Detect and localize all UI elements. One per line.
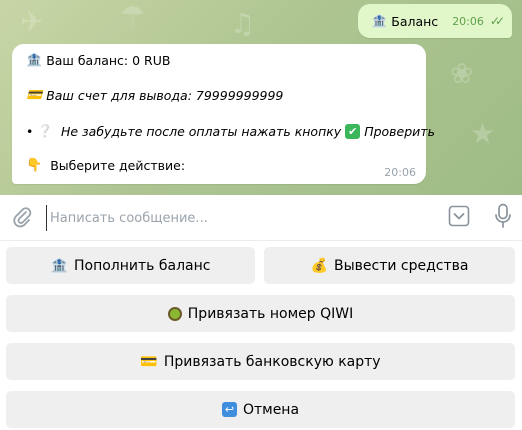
cancel-label: Отмена bbox=[242, 401, 300, 418]
cancel-button[interactable]: ↩ Отмена bbox=[6, 391, 515, 428]
credit-card-icon: 💳 bbox=[140, 353, 158, 370]
link-bank-card-button[interactable]: 💳 Привязать банковскую карту bbox=[6, 343, 515, 380]
chat-area: ✈ ☂ ♫ ❀ ★ 🏦 Баланс 20:06 ✓✓ 🏦 Ваш баланс… bbox=[0, 0, 522, 195]
read-checkmarks-icon: ✓✓ bbox=[489, 14, 505, 28]
message-time: 20:06 bbox=[452, 14, 484, 28]
account-line: 💳 Ваш счет для вывода: 79999999999 bbox=[26, 88, 283, 103]
action-line: 👇 Выберите действие: bbox=[26, 158, 185, 173]
bullet-icon: • bbox=[26, 123, 34, 139]
question-mark-icon: ❔ bbox=[37, 123, 53, 138]
account-text: Ваш счет для вывода: 79999999999 bbox=[46, 88, 284, 103]
background-doodle: ✈ bbox=[20, 5, 44, 38]
reminder-line: • ❔ Не забудьте после оплаты нажать кноп… bbox=[26, 123, 435, 139]
bank-icon: 🏦 bbox=[26, 53, 43, 68]
link-qiwi-label: Привязать номер QIWI bbox=[187, 305, 354, 322]
withdraw-funds-label: Вывести средства bbox=[333, 257, 469, 274]
outgoing-message-text: Баланс bbox=[391, 13, 439, 29]
background-doodle: ♫ bbox=[230, 7, 256, 40]
kiwi-icon bbox=[167, 306, 182, 321]
incoming-message[interactable]: 🏦 Ваш баланс: 0 RUB 💳 Ваш счет для вывод… bbox=[12, 44, 435, 184]
reminder-button-text: Проверить bbox=[364, 123, 435, 139]
check-mark-button-icon: ✔ bbox=[345, 123, 361, 139]
bot-keyboard-toggle-icon[interactable] bbox=[448, 205, 470, 231]
background-doodle: ❀ bbox=[450, 57, 474, 90]
action-text: Выберите действие: bbox=[50, 158, 186, 173]
message-input[interactable] bbox=[46, 205, 432, 231]
background-doodle: ☂ bbox=[120, 0, 146, 32]
reminder-text: Не забудьте после оплаты нажать кнопку bbox=[60, 123, 342, 139]
topup-balance-button[interactable]: 🏦 Пополнить баланс bbox=[6, 247, 255, 284]
pointing-down-icon: 👇 bbox=[26, 158, 43, 173]
bot-reply-keyboard: 🏦 Пополнить баланс 💰 Вывести средства Пр… bbox=[0, 241, 522, 430]
paperclip-icon[interactable] bbox=[12, 206, 32, 232]
return-arrow-icon: ↩ bbox=[221, 402, 237, 417]
money-bag-icon: 💰 bbox=[310, 257, 328, 274]
balance-line: 🏦 Ваш баланс: 0 RUB bbox=[26, 53, 170, 68]
topup-balance-label: Пополнить баланс bbox=[73, 257, 211, 274]
link-qiwi-button[interactable]: Привязать номер QIWI bbox=[6, 295, 515, 332]
credit-card-icon: 💳 bbox=[26, 88, 43, 103]
bank-icon: 🏦 bbox=[50, 257, 68, 274]
bank-icon: 🏦 bbox=[371, 13, 388, 28]
background-doodle: ★ bbox=[470, 117, 496, 150]
outgoing-message[interactable]: 🏦 Баланс 20:06 ✓✓ bbox=[357, 4, 512, 38]
balance-text: Ваш баланс: 0 RUB bbox=[46, 53, 171, 68]
microphone-icon[interactable] bbox=[494, 203, 512, 233]
message-time: 20:06 bbox=[384, 166, 416, 179]
withdraw-funds-button[interactable]: 💰 Вывести средства bbox=[264, 247, 515, 284]
link-bank-card-label: Привязать банковскую карту bbox=[163, 353, 381, 370]
message-composer bbox=[0, 195, 522, 241]
